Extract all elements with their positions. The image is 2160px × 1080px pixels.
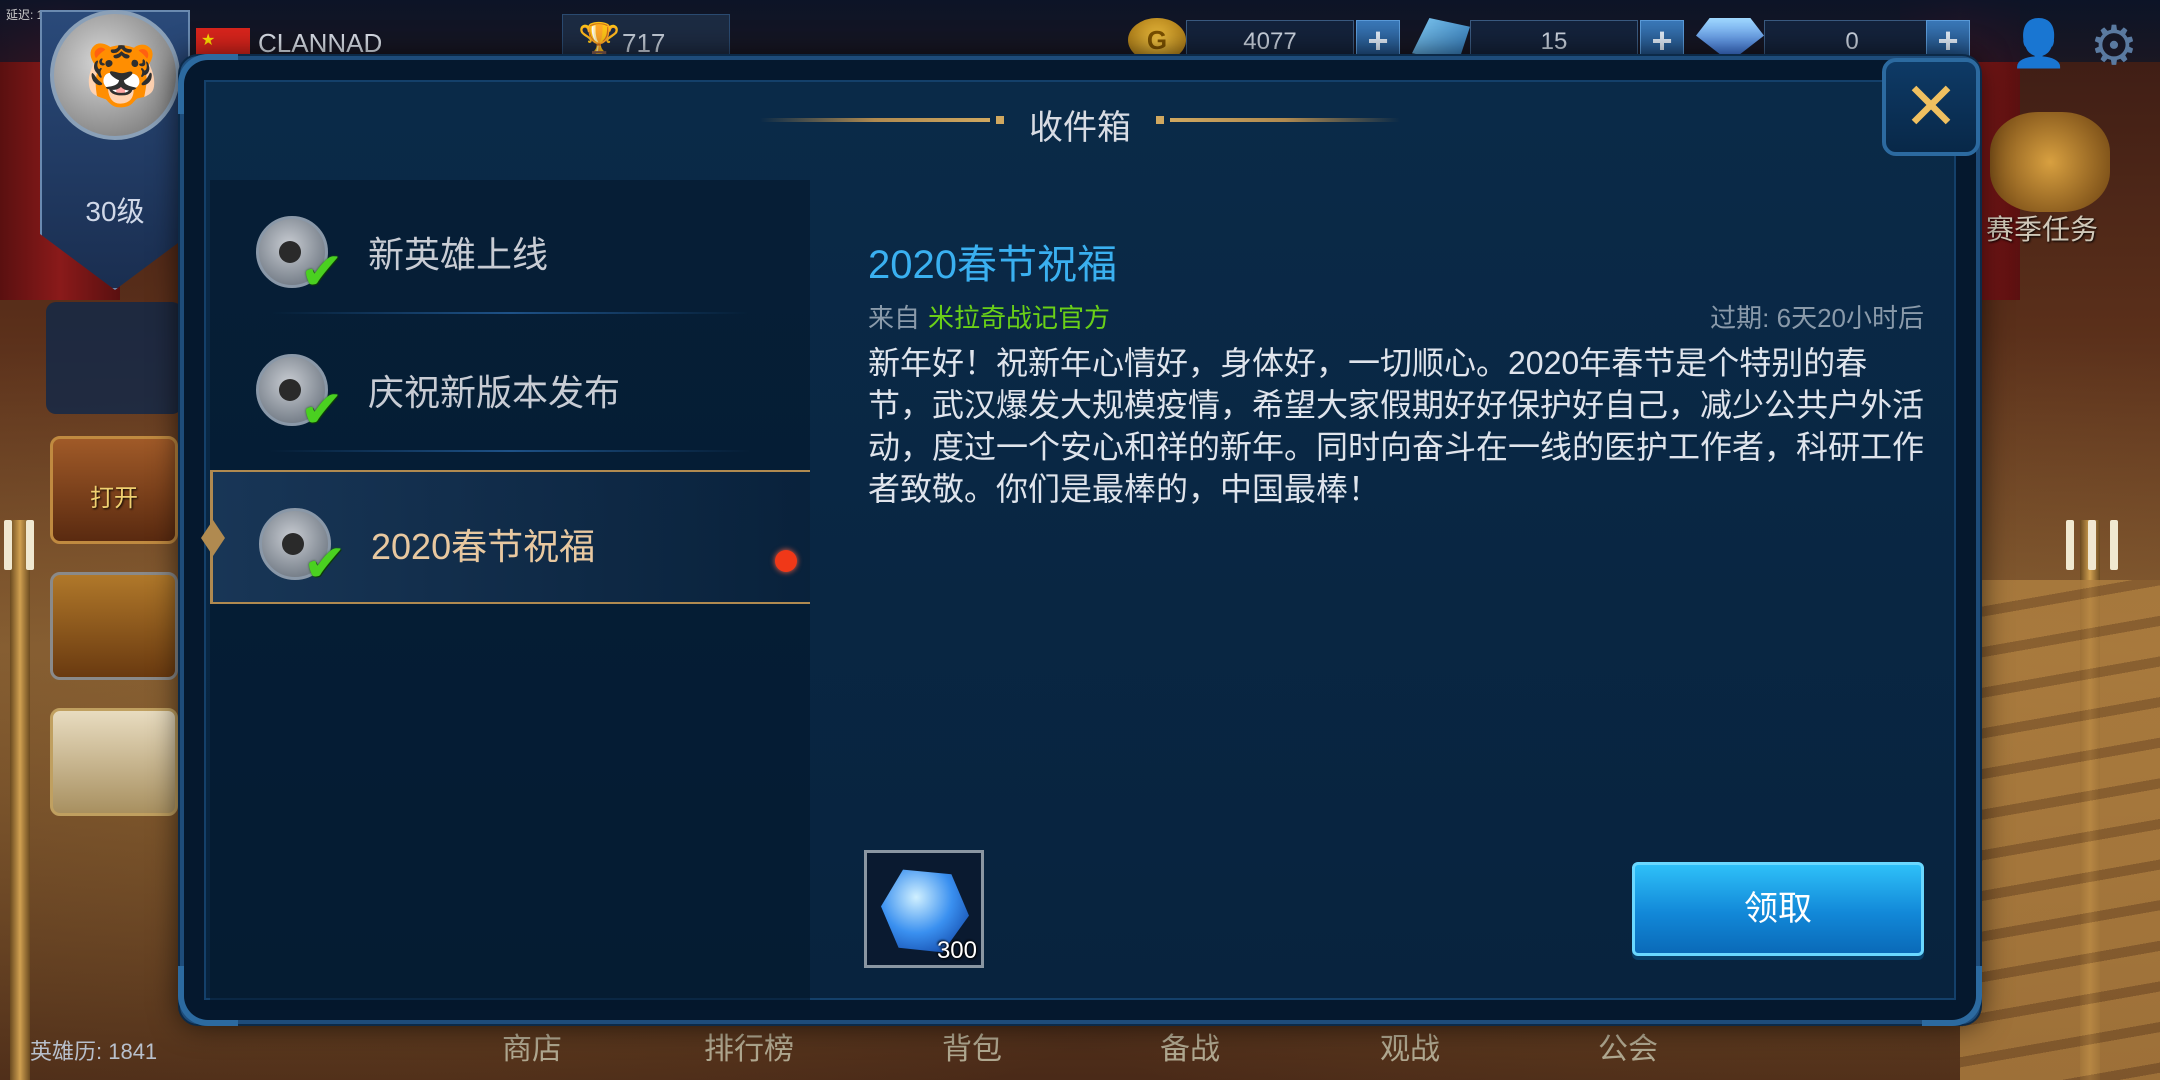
reward-slot[interactable]: 300 <box>864 850 984 968</box>
candle-icon <box>2110 520 2118 570</box>
checkmark-icon: ✔ <box>303 535 347 593</box>
claim-button[interactable]: 领取 <box>1632 862 1924 956</box>
hero-history: 英雄历: 1841 <box>30 1039 158 1064</box>
season-task-icon[interactable] <box>1990 112 2110 212</box>
gear-icon[interactable]: ⚙ <box>2086 18 2142 74</box>
checkmark-icon: ✔ <box>300 381 344 439</box>
mail-list: ✔ 新英雄上线 ✔ 庆祝新版本发布 ✔ 2020春节祝福 <box>201 180 810 1010</box>
stairs-decor <box>1960 580 2160 1080</box>
close-button[interactable]: ✕ <box>1882 58 1980 156</box>
candelabra-left <box>10 520 30 1080</box>
candle-icon <box>26 520 34 570</box>
mail-item[interactable]: ✔ 庆祝新版本发布 <box>210 318 810 452</box>
nav-leaderboard[interactable]: 排行榜 <box>704 1024 794 1068</box>
title-ornament-right <box>1170 118 1400 122</box>
gold-count: 4077 <box>1243 28 1297 55</box>
from-prefix: 来自 <box>868 303 921 333</box>
trophy-icon: 🏆 <box>578 22 621 60</box>
frame-corner-tl <box>178 54 238 114</box>
nav-backpack[interactable]: 背包 <box>942 1024 1002 1068</box>
mail-item-label: 2020春节祝福 <box>371 526 596 567</box>
mail-item-label: 新英雄上线 <box>368 234 549 275</box>
divider <box>270 312 750 314</box>
sender-name: 米拉奇战记官方 <box>928 303 1111 333</box>
title-ornament-dot <box>1156 116 1164 124</box>
season-task-label[interactable]: 赛季任务 <box>1986 208 2098 248</box>
chest-locked-icon[interactable] <box>50 572 178 680</box>
player-name[interactable]: CLANNAD <box>258 28 382 59</box>
candle-icon <box>2088 520 2096 570</box>
nav-shop[interactable]: 商店 <box>502 1024 562 1068</box>
side-slot-empty[interactable] <box>46 302 182 414</box>
bottom-nav: 商店 排行榜 背包 备战 观战 公会 <box>460 1018 1740 1080</box>
reward-count: 300 <box>936 937 977 964</box>
mail-item[interactable]: ✔ 新英雄上线 <box>210 180 810 314</box>
chest-silver-icon[interactable] <box>50 708 178 816</box>
mail-item-label: 庆祝新版本发布 <box>368 372 621 413</box>
nav-spectate[interactable]: 观战 <box>1380 1024 1440 1068</box>
shard-count: 15 <box>1540 28 1568 55</box>
nav-prepare[interactable]: 备战 <box>1160 1024 1220 1068</box>
chest-open-label: 打开 <box>90 485 138 512</box>
unread-dot-icon <box>775 550 797 572</box>
nav-guild[interactable]: 公会 <box>1598 1024 1658 1068</box>
mail-body: 新年好！祝新年心情好，身体好，一切顺心。2020年春节是个特别的春节，武汉爆发大… <box>868 345 1925 507</box>
player-level: 30级 <box>85 196 145 227</box>
mail-title: 2020春节祝福 <box>868 243 1117 287</box>
candle-icon <box>2066 520 2074 570</box>
game-screen: 延迟: 133 CLANNAD 🏆 717 G 4077 + 15 + 0 + … <box>0 0 2160 1080</box>
gem-count: 0 <box>1845 28 1859 55</box>
tiger-avatar-icon: 🐯 <box>84 42 159 109</box>
dialog-title: 收件箱 <box>1029 109 1131 147</box>
friends-icon[interactable]: 👤 <box>2010 18 2067 68</box>
frame-corner-br <box>1922 966 1982 1026</box>
title-ornament-left <box>760 118 990 122</box>
candle-icon <box>4 520 12 570</box>
expire-time: 过期: 6天20小时后 <box>1710 303 1924 333</box>
mail-item-selected[interactable]: ✔ 2020春节祝福 <box>201 470 810 604</box>
checkmark-icon: ✔ <box>300 243 344 301</box>
divider <box>270 450 750 452</box>
trophy-count: 717 <box>622 28 666 58</box>
